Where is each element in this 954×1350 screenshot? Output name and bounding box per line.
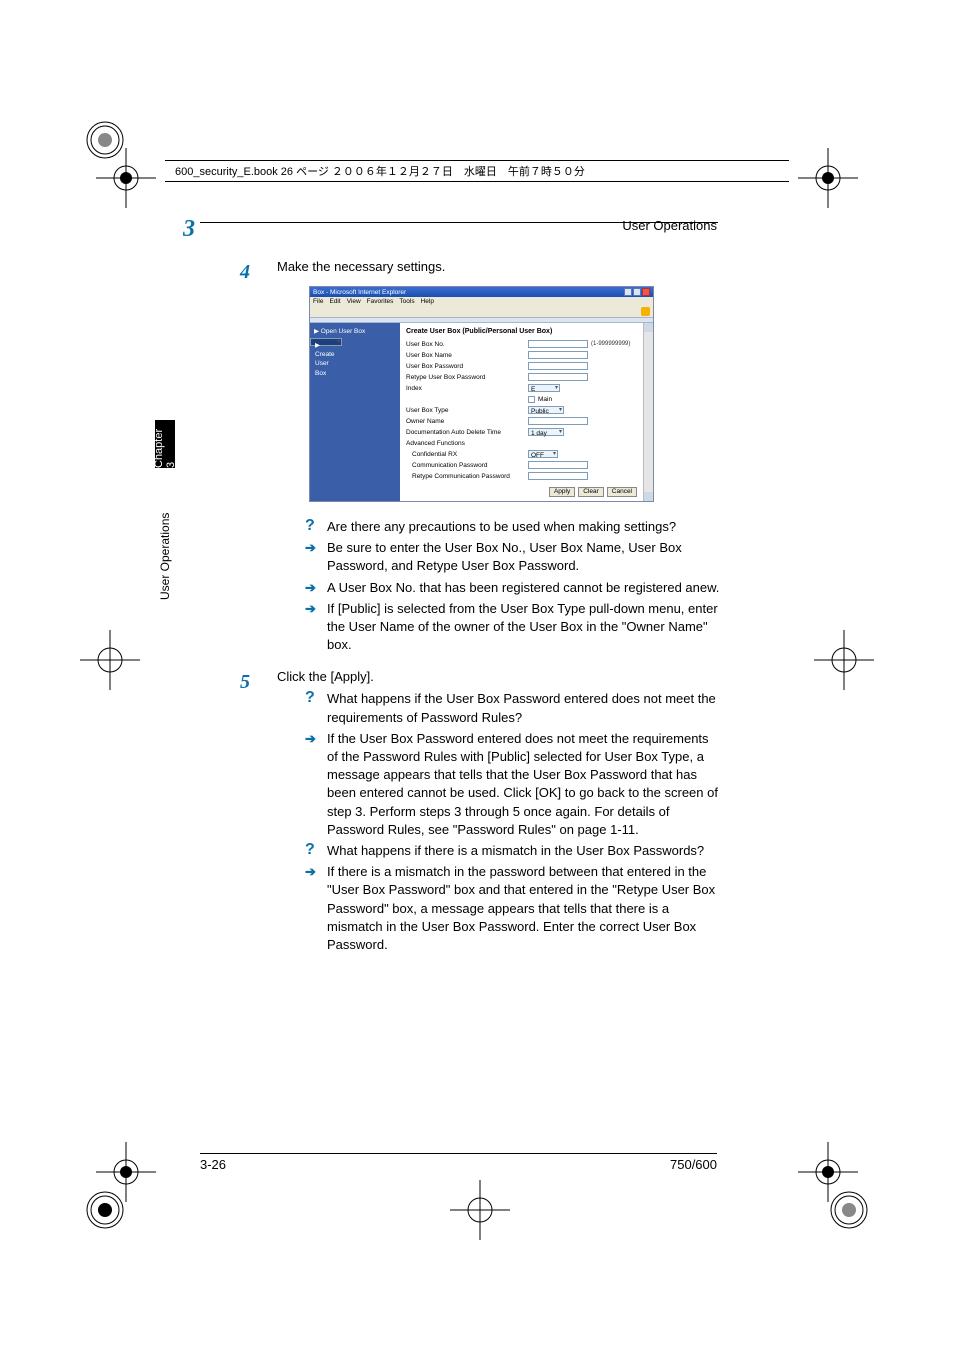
step-4: 4 Make the necessary settings. Box - Mic… [245, 258, 720, 654]
step-4-number: 4 [240, 258, 250, 286]
regmark-icon [824, 1185, 874, 1235]
input-retype-comm-password[interactable] [528, 472, 588, 480]
form-area: Create User Box (Public/Personal User Bo… [400, 323, 643, 501]
step-4-answer-3: If [Public] is selected from the User Bo… [327, 600, 720, 655]
select-auto-delete[interactable]: 1 day [528, 428, 564, 436]
label-user-box-password: User Box Password [406, 362, 528, 371]
book-header-text: 600_security_E.book 26 ページ ２００６年１２月２７日 水… [175, 163, 585, 179]
side-caption: User Operations [158, 480, 172, 600]
menu-edit[interactable]: Edit [329, 297, 340, 306]
input-retype-user-box-password[interactable] [528, 373, 588, 381]
regmark-icon [798, 148, 858, 208]
browser-title: Box - Microsoft Internet Explorer [313, 288, 406, 297]
step-5: 5 Click the [Apply]. ?What happens if th… [245, 668, 720, 954]
step-5-answer-1: If the User Box Password entered does no… [327, 730, 720, 839]
label-user-box-type: User Box Type [406, 406, 528, 415]
browser-logobar [310, 306, 653, 317]
select-confidential-rx-value: OFF [529, 452, 544, 459]
browser-window: Box - Microsoft Internet Explorer File E… [309, 286, 654, 502]
clear-button[interactable]: Clear [578, 487, 604, 497]
page-content: 4 Make the necessary settings. Box - Mic… [245, 258, 720, 968]
step-4-text: Make the necessary settings. [277, 259, 445, 274]
step-5-answer-2: If there is a mismatch in the password b… [327, 863, 720, 954]
arrow-icon: ➔ [305, 579, 327, 597]
browser-menubar: File Edit View Favorites Tools Help [310, 297, 653, 306]
side-tab-chapter: Chapter 3 [155, 420, 175, 468]
label-advanced-functions: Advanced Functions [406, 439, 528, 448]
select-auto-delete-value: 1 day [529, 430, 547, 437]
input-user-box-name[interactable] [528, 351, 588, 359]
ie-icon [641, 307, 650, 316]
label-user-box-name: User Box Name [406, 351, 528, 360]
step-4-answer-2: A User Box No. that has been registered … [327, 579, 720, 597]
question-icon: ? [305, 690, 327, 726]
label-owner-name: Owner Name [406, 417, 528, 426]
label-retype-user-box-password: Retype User Box Password [406, 373, 528, 382]
label-confidential-rx: Confidential RX [406, 450, 528, 459]
left-nav: ▶ Open User Box ▶ Create User Box [310, 323, 400, 501]
label-comm-password: Communication Password [406, 461, 528, 470]
model-number: 750/600 [670, 1157, 717, 1172]
step-4-question: Are there any precautions to be used whe… [327, 518, 720, 536]
close-button[interactable] [642, 288, 650, 296]
regmark-icon [814, 630, 874, 690]
arrow-icon: ➔ [305, 730, 327, 839]
label-main: Main [538, 395, 552, 404]
apply-button[interactable]: Apply [549, 487, 575, 497]
form-title: Create User Box (Public/Personal User Bo… [406, 327, 637, 337]
menu-view[interactable]: View [347, 297, 361, 306]
step-5-text: Click the [Apply]. [277, 669, 374, 684]
section-title: User Operations [622, 218, 717, 233]
select-confidential-rx[interactable]: OFF [528, 450, 558, 458]
label-index: Index [406, 384, 528, 393]
select-index-value: E [529, 386, 535, 393]
cancel-button[interactable]: Cancel [607, 487, 637, 497]
select-index[interactable]: E [528, 384, 560, 392]
select-user-box-type-value: Public [529, 408, 549, 415]
maximize-button[interactable] [633, 288, 641, 296]
regmark-icon [450, 1180, 510, 1240]
regmark-icon [80, 115, 130, 165]
label-user-box-no: User Box No. [406, 340, 528, 349]
page-number: 3-26 [200, 1157, 226, 1172]
step-5-question-2: What happens if there is a mismatch in t… [327, 842, 720, 860]
menu-tools[interactable]: Tools [399, 297, 414, 306]
input-user-box-no[interactable] [528, 340, 588, 348]
step-4-answer-1: Be sure to enter the User Box No., User … [327, 539, 720, 575]
minimize-button[interactable] [624, 288, 632, 296]
input-comm-password[interactable] [528, 461, 588, 469]
input-owner-name[interactable] [528, 417, 588, 425]
menu-help[interactable]: Help [421, 297, 434, 306]
select-user-box-type[interactable]: Public [528, 406, 564, 414]
range-user-box-no: (1-999999999) [591, 340, 630, 348]
book-header: 600_security_E.book 26 ページ ２００６年１２月２７日 水… [165, 160, 789, 182]
arrow-icon: ➔ [305, 539, 327, 575]
nav-create-user-box[interactable]: ▶ Create User Box [310, 338, 342, 346]
page-footer: 3-26 750/600 [200, 1153, 717, 1172]
menu-favorites[interactable]: Favorites [367, 297, 394, 306]
browser-titlebar: Box - Microsoft Internet Explorer [310, 287, 653, 297]
menu-file[interactable]: File [313, 297, 323, 306]
label-retype-comm-password: Retype Communication Password [406, 472, 528, 481]
chapter-number: 3 [183, 216, 195, 243]
scrollbar[interactable] [643, 323, 653, 501]
question-icon: ? [305, 518, 327, 536]
step-5-number: 5 [240, 668, 250, 696]
input-user-box-password[interactable] [528, 362, 588, 370]
step-5-question-1: What happens if the User Box Password en… [327, 690, 720, 726]
nav-open-user-box[interactable]: ▶ Open User Box [310, 325, 400, 338]
question-icon: ? [305, 842, 327, 860]
regmark-icon [80, 1185, 130, 1235]
arrow-icon: ➔ [305, 863, 327, 954]
label-auto-delete: Documentation Auto Delete Time [406, 428, 528, 437]
checkbox-main[interactable] [528, 396, 535, 403]
regmark-icon [80, 630, 140, 690]
arrow-icon: ➔ [305, 600, 327, 655]
